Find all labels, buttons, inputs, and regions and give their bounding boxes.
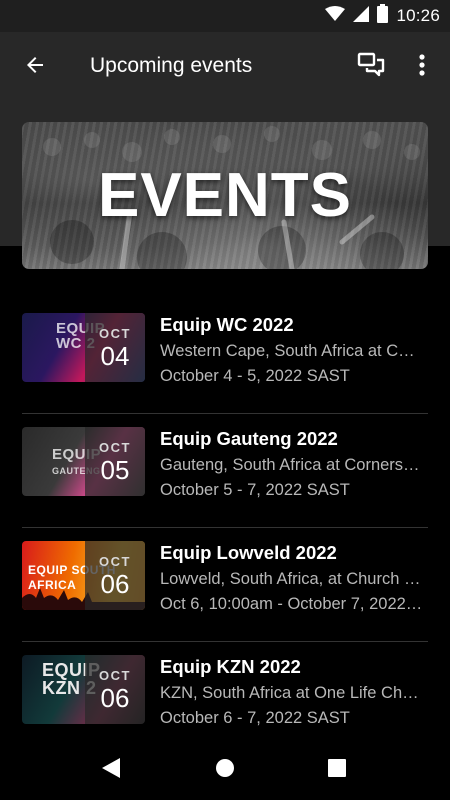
date-badge: OCT 05 <box>85 427 145 496</box>
date-badge: OCT 04 <box>85 313 145 382</box>
nav-back-button[interactable] <box>86 752 136 788</box>
nav-back-icon <box>101 757 121 784</box>
event-list: EQUIP WC 2 OCT 04 Equip WC 2022 Western C… <box>0 300 450 756</box>
more-options-button[interactable] <box>404 46 440 88</box>
event-location: KZN, South Africa at One Life Ch… <box>160 684 419 702</box>
event-date: October 5 - 7, 2022 SAST <box>160 481 350 499</box>
date-day: 05 <box>100 454 130 485</box>
more-vert-icon <box>419 53 425 81</box>
event-location: Lowveld, South Africa, at Church … <box>160 570 421 588</box>
event-title: Equip Lowveld 2022 <box>160 542 337 563</box>
nav-recents-icon <box>328 758 346 782</box>
nav-home-icon <box>215 758 235 783</box>
event-thumbnail: EQUIP SOUTH AFRICA OCT 06 <box>22 541 145 610</box>
event-date: Oct 6, 10:00am - October 7, 2022… <box>160 595 423 613</box>
event-date: October 4 - 5, 2022 SAST <box>160 367 350 385</box>
status-bar: 10:26 <box>0 0 450 32</box>
event-thumbnail: EQUIP WC 2 OCT 04 <box>22 313 145 382</box>
date-month: OCT <box>99 553 131 569</box>
chat-bubbles-icon <box>357 52 385 83</box>
back-button[interactable] <box>14 46 56 88</box>
page-title: Upcoming events <box>90 54 253 77</box>
app-bar: Upcoming events <box>0 32 450 100</box>
event-title: Equip Gauteng 2022 <box>160 428 338 449</box>
battery-icon <box>377 4 389 28</box>
event-date: October 6 - 7, 2022 SAST <box>160 709 350 727</box>
date-month: OCT <box>99 439 131 455</box>
event-location: Western Cape, South Africa at C… <box>160 342 415 360</box>
event-item[interactable]: EQUIP KZN 2 OCT 06 Equip KZN 2022 KZN, So… <box>0 642 450 756</box>
system-nav-bar <box>0 740 450 800</box>
nav-recents-button[interactable] <box>312 752 362 788</box>
nav-home-button[interactable] <box>200 752 250 788</box>
cell-signal-icon <box>353 5 370 27</box>
status-time: 10:26 <box>396 6 440 25</box>
date-day: 04 <box>100 340 130 371</box>
date-badge: OCT 06 <box>85 655 145 724</box>
chat-button[interactable] <box>350 46 392 88</box>
event-item[interactable]: EQUIP GAUTENG OCT 05 Equip Gauteng 2022 G… <box>0 414 450 528</box>
event-title: Equip WC 2022 <box>160 314 294 335</box>
date-month: OCT <box>99 325 131 341</box>
date-day: 06 <box>100 682 130 713</box>
event-item[interactable]: EQUIP WC 2 OCT 04 Equip WC 2022 Western C… <box>0 300 450 414</box>
status-icons: 10:26 <box>325 0 440 32</box>
events-banner[interactable]: EVENTS <box>22 122 428 269</box>
event-item[interactable]: EQUIP SOUTH AFRICA OCT 06 Equip Lowveld … <box>0 528 450 642</box>
date-badge: OCT 06 <box>85 541 145 610</box>
event-title: Equip KZN 2022 <box>160 656 301 677</box>
banner-title: EVENTS <box>97 161 353 230</box>
event-thumbnail: EQUIP KZN 2 OCT 06 <box>22 655 145 724</box>
wifi-icon <box>325 5 346 27</box>
event-location: Gauteng, South Africa at Corners… <box>160 456 420 474</box>
date-day: 06 <box>100 568 130 599</box>
event-thumbnail: EQUIP GAUTENG OCT 05 <box>22 427 145 496</box>
date-month: OCT <box>99 667 131 683</box>
arrow-back-icon <box>23 53 47 82</box>
